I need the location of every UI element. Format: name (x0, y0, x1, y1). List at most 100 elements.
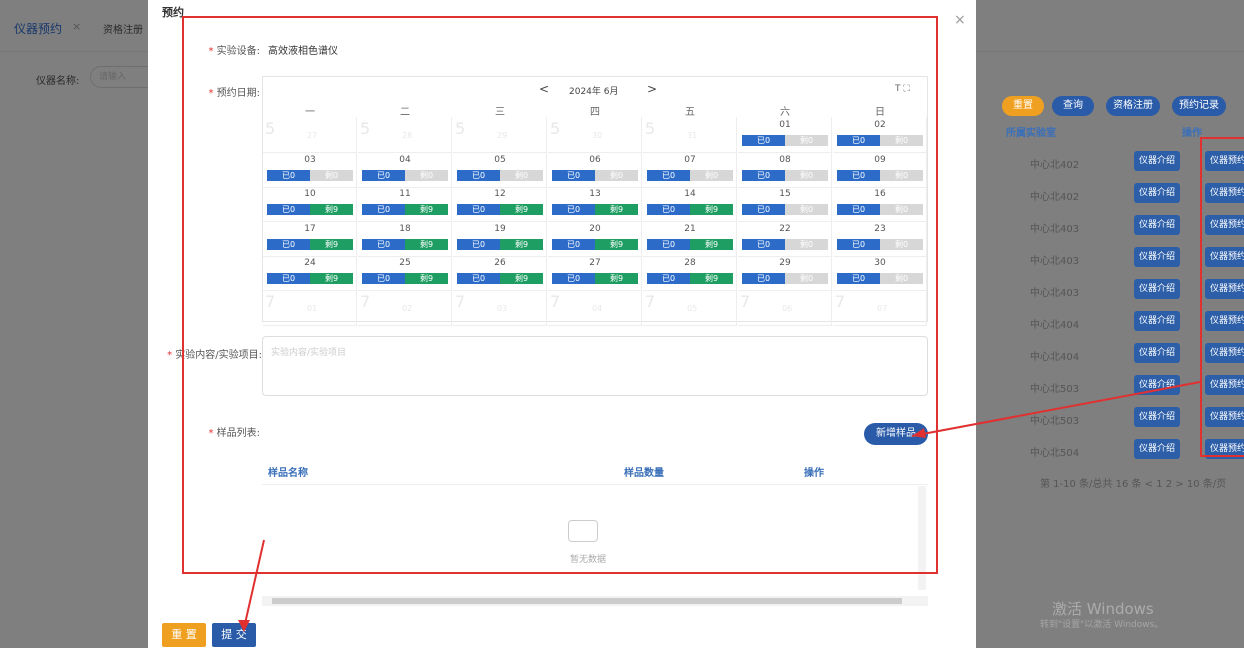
day-booking-bar[interactable]: 已0 剩0 (742, 238, 828, 250)
day-booking-bar[interactable]: 已0 剩9 (267, 273, 353, 284)
calendar-day[interactable]: 15 已0 剩0 (738, 186, 832, 222)
calendar-day[interactable]: 27 已0 剩9 (548, 255, 642, 291)
calendar-day[interactable]: 08 已0 剩0 (738, 151, 832, 188)
day-booking-bar[interactable]: 已0 剩9 (647, 238, 733, 250)
day-booking-bar[interactable]: 已0 剩9 (362, 204, 448, 215)
calendar-day[interactable]: 07 已0 剩0 (643, 151, 737, 188)
calendar-day[interactable]: 21 已0 剩9 (643, 220, 737, 257)
day-booking-bar[interactable]: 已0 剩0 (742, 204, 828, 215)
pagination[interactable]: 第 1-10 条/总共 16 条 < 1 2 > 10 条/页 (1040, 475, 1226, 490)
calendar-day[interactable]: 26 已0 剩9 (453, 255, 547, 291)
day-booking-bar[interactable]: 已0 剩9 (552, 204, 638, 215)
calendar-day[interactable]: 5 29 (453, 117, 547, 153)
prev-month-icon[interactable]: < (539, 82, 549, 96)
instrument-book-button[interactable]: 仪器预约 (1205, 311, 1244, 331)
calendar-day[interactable]: 04 已0 剩0 (358, 151, 452, 188)
day-booking-bar[interactable]: 已0 剩0 (837, 238, 923, 250)
close-icon[interactable]: × (954, 12, 966, 28)
day-booking-bar[interactable]: 已0 剩0 (647, 169, 733, 181)
calendar-day[interactable]: 06 已0 剩0 (548, 151, 642, 188)
day-booking-bar[interactable]: 已0 剩9 (457, 238, 543, 250)
day-booking-bar[interactable]: 已0 剩9 (267, 204, 353, 215)
instrument-intro-button[interactable]: 仪器介绍 (1134, 279, 1180, 299)
day-booking-bar[interactable]: 已0 剩0 (742, 273, 828, 284)
day-booking-bar[interactable]: 已0 剩0 (742, 169, 828, 181)
day-booking-bar[interactable]: 已0 剩9 (457, 273, 543, 284)
instrument-intro-button[interactable]: 仪器介绍 (1134, 343, 1180, 363)
calendar-day[interactable]: 5 30 (548, 117, 642, 153)
calendar-day[interactable]: 7 01 (263, 289, 357, 326)
instrument-book-button[interactable]: 仪器预约 (1205, 215, 1244, 235)
day-booking-bar[interactable]: 已0 剩0 (837, 273, 923, 284)
instrument-book-button[interactable]: 仪器预约 (1205, 247, 1244, 267)
add-sample-button[interactable]: 新增样品 (864, 423, 928, 445)
instrument-intro-button[interactable]: 仪器介绍 (1134, 311, 1180, 331)
day-booking-bar[interactable]: 已0 剩0 (362, 169, 448, 181)
vertical-scrollbar[interactable] (918, 486, 926, 590)
instrument-book-button[interactable]: 仪器预约 (1205, 375, 1244, 395)
calendar-day[interactable]: 18 已0 剩9 (358, 220, 452, 257)
calendar-day[interactable]: 13 已0 剩9 (548, 186, 642, 222)
calendar-day[interactable]: 14 已0 剩9 (643, 186, 737, 222)
calendar-day[interactable]: 16 已0 剩0 (833, 186, 927, 222)
calendar-day[interactable]: 7 03 (453, 289, 547, 326)
calendar-day[interactable]: 5 31 (643, 117, 737, 153)
calendar-day[interactable]: 11 已0 剩9 (358, 186, 452, 222)
instrument-book-button[interactable]: 仪器预约 (1205, 407, 1244, 427)
day-booking-bar[interactable]: 已0 剩0 (267, 169, 353, 181)
calendar-day[interactable]: 7 07 (833, 289, 927, 326)
query-button[interactable]: 查询 (1052, 96, 1094, 116)
register-button[interactable]: 资格注册 (1106, 96, 1160, 116)
calendar-day[interactable]: 30 已0 剩0 (833, 255, 927, 291)
instrument-intro-button[interactable]: 仪器介绍 (1134, 407, 1180, 427)
next-month-icon[interactable]: > (647, 82, 657, 96)
day-booking-bar[interactable]: 已0 剩9 (552, 238, 638, 250)
instrument-book-button[interactable]: 仪器预约 (1205, 343, 1244, 363)
calendar-day[interactable]: 5 27 (263, 117, 357, 153)
day-booking-bar[interactable]: 已0 剩9 (267, 238, 353, 250)
day-booking-bar[interactable]: 已0 剩9 (362, 273, 448, 284)
calendar-day[interactable]: 02 已0 剩0 (833, 117, 927, 153)
calendar-day[interactable]: 24 已0 剩9 (263, 255, 357, 291)
calendar-day[interactable]: 23 已0 剩0 (833, 220, 927, 257)
calendar-day[interactable]: 05 已0 剩0 (453, 151, 547, 188)
calendar-day[interactable]: 29 已0 剩0 (738, 255, 832, 291)
calendar-day[interactable]: 10 已0 剩9 (263, 186, 357, 222)
day-booking-bar[interactable]: 已0 剩0 (742, 135, 828, 146)
calendar-day[interactable]: 28 已0 剩9 (643, 255, 737, 291)
day-booking-bar[interactable]: 已0 剩0 (837, 204, 923, 215)
instrument-book-button[interactable]: 仪器预约 (1205, 279, 1244, 299)
calendar-day[interactable]: 03 已0 剩0 (263, 151, 357, 188)
reset-button-bg[interactable]: 重置 (1002, 96, 1044, 116)
calendar-day[interactable]: 7 02 (358, 289, 452, 326)
instrument-intro-button[interactable]: 仪器介绍 (1134, 247, 1180, 267)
records-button[interactable]: 预约记录 (1172, 96, 1226, 116)
instrument-intro-button[interactable]: 仪器介绍 (1134, 151, 1180, 171)
content-textarea[interactable]: 实验内容/实验项目 (262, 336, 928, 396)
instrument-book-button[interactable]: 仪器预约 (1205, 183, 1244, 203)
calendar-day[interactable]: 20 已0 剩9 (548, 220, 642, 257)
day-booking-bar[interactable]: 已0 剩9 (647, 204, 733, 215)
instrument-book-button[interactable]: 仪器预约 (1205, 439, 1244, 459)
day-booking-bar[interactable]: 已0 剩9 (552, 273, 638, 284)
day-booking-bar[interactable]: 已0 剩9 (457, 204, 543, 215)
day-booking-bar[interactable]: 已0 剩9 (647, 273, 733, 284)
calendar-day[interactable]: 7 05 (643, 289, 737, 326)
day-booking-bar[interactable]: 已0 剩0 (837, 169, 923, 181)
calendar-day[interactable]: 17 已0 剩9 (263, 220, 357, 257)
instrument-intro-button[interactable]: 仪器介绍 (1134, 215, 1180, 235)
day-booking-bar[interactable]: 已0 剩9 (362, 238, 448, 250)
calendar-day[interactable]: 19 已0 剩9 (453, 220, 547, 257)
calendar-day[interactable]: 01 已0 剩0 (738, 117, 832, 153)
calendar-day[interactable]: 7 04 (548, 289, 642, 326)
reset-button[interactable]: 重 置 (162, 623, 206, 647)
submit-button[interactable]: 提 交 (212, 623, 256, 647)
day-booking-bar[interactable]: 已0 剩0 (837, 135, 923, 146)
instrument-intro-button[interactable]: 仪器介绍 (1134, 183, 1180, 203)
instrument-book-button[interactable]: 仪器预约 (1205, 151, 1244, 171)
calendar-day[interactable]: 7 06 (738, 289, 832, 326)
calendar-tools-icon[interactable]: T ⛶ (895, 84, 910, 94)
calendar-day[interactable]: 5 28 (358, 117, 452, 153)
instrument-intro-button[interactable]: 仪器介绍 (1134, 439, 1180, 459)
calendar-day[interactable]: 12 已0 剩9 (453, 186, 547, 222)
